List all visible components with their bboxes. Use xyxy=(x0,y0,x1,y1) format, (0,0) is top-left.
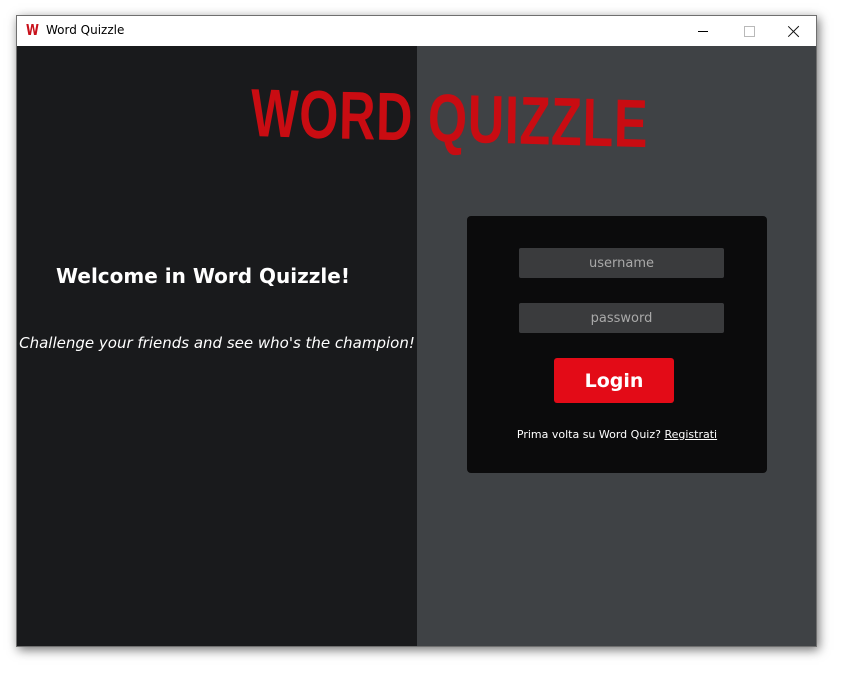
maximize-button[interactable] xyxy=(726,16,772,46)
minimize-button[interactable] xyxy=(680,16,726,46)
signup-prompt: Prima volta su Word Quiz? Registrati xyxy=(467,428,767,441)
login-button[interactable]: Login xyxy=(554,358,674,403)
word-quizzle-logo: WORD QUIZZLE xyxy=(250,75,649,163)
signup-prompt-text: Prima volta su Word Quiz? xyxy=(516,428,661,441)
minimize-icon xyxy=(698,30,708,32)
register-link[interactable]: Registrati xyxy=(664,428,717,441)
close-icon xyxy=(788,25,800,37)
app-window: W Word Quizzle Welcome in Word Quizzle! … xyxy=(16,15,817,647)
window-title: Word Quizzle xyxy=(46,23,125,37)
app-logo-icon: W xyxy=(26,21,39,39)
main-content: Welcome in Word Quizzle! Challenge your … xyxy=(17,46,816,646)
password-input[interactable] xyxy=(519,303,724,333)
title-bar[interactable]: W Word Quizzle xyxy=(17,16,816,46)
welcome-heading: Welcome in Word Quizzle! xyxy=(56,264,350,288)
maximize-icon xyxy=(743,25,755,37)
username-input[interactable] xyxy=(519,248,724,278)
close-button[interactable] xyxy=(771,16,816,46)
login-card: Login Prima volta su Word Quiz? Registra… xyxy=(467,216,767,473)
tagline-text: Challenge your friends and see who's the… xyxy=(19,334,415,352)
